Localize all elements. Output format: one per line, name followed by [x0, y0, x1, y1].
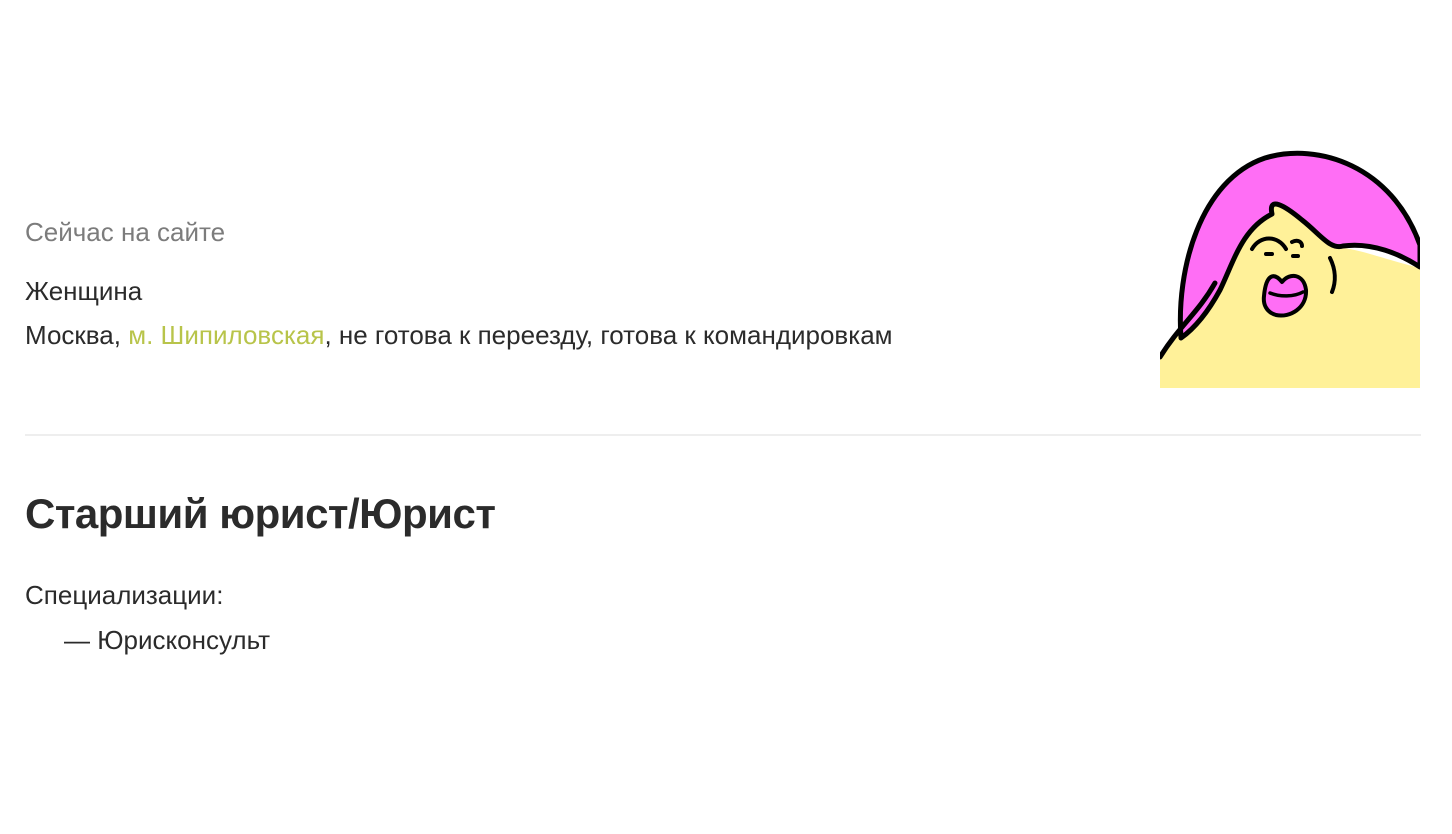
city-separator: ,	[113, 320, 129, 350]
metro-station-link[interactable]: м. Шипиловская	[128, 320, 324, 350]
city-name: Москва	[25, 320, 114, 350]
relocation-travel-info: , не готова к переезду, готова к команди…	[324, 320, 893, 350]
online-status: Сейчас на сайте	[25, 217, 226, 247]
location-line: Москва, м. Шипиловская, не готова к пере…	[25, 318, 893, 352]
specialization-dash: —	[64, 625, 98, 655]
female-avatar-icon	[1160, 150, 1420, 388]
resume-title: Старший юрист/Юрист	[25, 490, 496, 537]
section-divider	[25, 434, 1421, 436]
specializations-label: Специализации:	[25, 580, 224, 610]
specialization-item: — Юрисконсульт	[64, 623, 270, 657]
gender-label: Женщина	[25, 276, 143, 306]
specialization-name: Юрисконсульт	[97, 625, 270, 655]
